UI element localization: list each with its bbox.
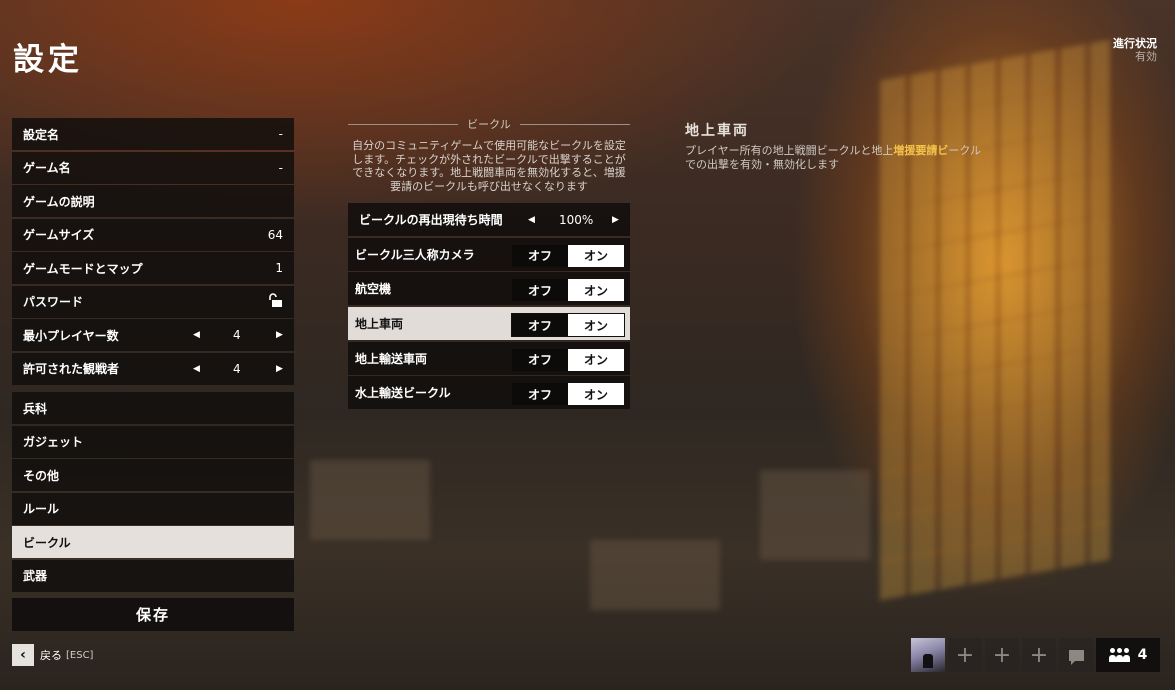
party-count: 4 — [1137, 647, 1148, 663]
back-label: 戻る — [40, 649, 62, 662]
toggle-off[interactable]: オフ — [512, 244, 568, 267]
section-description: 自分のコミュニティゲームで使用可能なビークルを設定します。チェックが外されたビー… — [352, 139, 626, 193]
aircraft-row[interactable]: 航空機 オフ オン — [348, 272, 630, 306]
water-transport-row[interactable]: 水上輸送ビークル オフ オン — [348, 376, 630, 410]
option-label: 地上輸送車両 — [355, 351, 428, 366]
decrease-arrow-icon[interactable]: ◀ — [193, 330, 200, 340]
game-name-row[interactable]: ゲーム名 - — [12, 151, 294, 184]
back-button[interactable]: ‹ 戻る [ESC] — [12, 644, 93, 666]
background-crate — [310, 460, 430, 540]
ground-transport-row[interactable]: 地上輸送車両 オフ オン — [348, 341, 630, 375]
spectators-label: 許可された観戦者 — [23, 362, 120, 376]
option-label: 航空機 — [355, 282, 392, 297]
toggle-on[interactable]: オン — [568, 348, 624, 371]
min-players-value: 4 — [233, 328, 241, 342]
on-off-toggle[interactable]: オフ オン — [511, 348, 625, 372]
game-description-label: ゲームの説明 — [23, 194, 95, 209]
category-gadgets[interactable]: ガジェット — [12, 425, 294, 458]
increase-arrow-icon[interactable]: ▶ — [276, 330, 283, 340]
game-description-row[interactable]: ゲームの説明 — [12, 185, 294, 217]
unlock-icon — [269, 292, 283, 311]
progress-label: 進行状況 — [1113, 37, 1157, 50]
avatar[interactable] — [911, 638, 945, 672]
on-off-toggle[interactable]: オフ オン — [511, 313, 625, 338]
increase-arrow-icon[interactable]: ▶ — [612, 215, 619, 225]
game-name-label: ゲーム名 — [23, 161, 71, 175]
spectators-value: 4 — [233, 361, 241, 376]
info-panel: 地上車両 プレイヤー所有の地上戦闘ビークルと地上増援要請ビークルでの出撃を有効・… — [685, 120, 985, 172]
respawn-time-value: 100% — [559, 212, 594, 227]
game-mode-map-label: ゲームモードとマップ — [23, 261, 143, 276]
info-highlight: 増援要請ビ — [893, 144, 949, 157]
category-vehicles[interactable]: ビークル — [12, 526, 294, 558]
password-label: パスワード — [23, 295, 84, 309]
toggle-off[interactable]: オフ — [512, 279, 568, 302]
increase-arrow-icon[interactable]: ▶ — [276, 364, 283, 374]
save-button[interactable]: 保存 — [12, 597, 294, 631]
category-rules[interactable]: ルール — [12, 492, 294, 525]
game-mode-map-value: 1 — [275, 261, 283, 275]
on-off-toggle[interactable]: オフ オン — [511, 278, 625, 302]
vehicle-third-person-row[interactable]: ビークル三人称カメラ オフ オン — [348, 237, 630, 271]
settings-name-label: 設定名 — [23, 127, 60, 142]
toggle-on[interactable]: オン — [568, 279, 624, 302]
info-description: プレイヤー所有の地上戦闘ビークルと地上増援要請ビークルでの出撃を有効・無効化しま… — [685, 144, 985, 172]
game-size-label: ゲームサイズ — [23, 228, 95, 242]
page-title: 設定 — [13, 42, 83, 78]
party-icon — [1108, 648, 1130, 662]
game-size-value: 64 — [267, 227, 283, 242]
info-text: プレイヤー所有の地上戦闘ビークルと地上 — [685, 144, 894, 157]
min-players-row[interactable]: 最小プレイヤー数 ◀ 4 ▶ — [12, 319, 294, 351]
section-header: ビークル — [348, 116, 631, 132]
toggle-on[interactable]: オン — [568, 314, 624, 337]
game-mode-map-row[interactable]: ゲームモードとマップ 1 — [12, 252, 294, 284]
on-off-toggle[interactable]: オフ オン — [511, 244, 625, 268]
option-label: 水上輸送ビークル — [355, 386, 451, 401]
ground-vehicles-row[interactable]: 地上車両 オフ オン — [348, 307, 630, 341]
toggle-off[interactable]: オフ — [512, 348, 568, 371]
plus-icon[interactable]: + — [1022, 638, 1056, 672]
progress-status: 進行状況 有効 — [1113, 37, 1157, 63]
decrease-arrow-icon[interactable]: ◀ — [193, 364, 200, 374]
info-title: 地上車両 — [685, 123, 749, 139]
settings-name-row[interactable]: 設定名 - — [12, 118, 294, 150]
respawn-time-row[interactable]: ビークルの再出現待ち時間 ◀ 100% ▶ — [348, 203, 630, 236]
section-title: ビークル — [467, 118, 511, 131]
chevron-left-icon: ‹ — [12, 644, 34, 666]
toggle-off[interactable]: オフ — [512, 383, 568, 406]
category-other[interactable]: その他 — [12, 459, 294, 491]
plus-icon[interactable]: + — [985, 638, 1019, 672]
option-label: ビークル三人称カメラ — [355, 247, 475, 262]
progress-value: 有効 — [1135, 50, 1157, 63]
settings-menu: 設定名 - ゲーム名 - ゲームの説明 ゲームサイズ 64 ゲームモードとマップ… — [12, 118, 294, 631]
background-crate — [760, 470, 870, 560]
plus-icon[interactable]: + — [948, 638, 982, 672]
vehicle-settings-panel: ビークル 自分のコミュニティゲームで使用可能なビークルを設定します。チェックが外… — [348, 116, 631, 411]
option-label: 地上車両 — [355, 317, 404, 332]
password-row[interactable]: パスワード — [12, 285, 294, 318]
game-size-row[interactable]: ゲームサイズ 64 — [12, 218, 294, 251]
on-off-toggle[interactable]: オフ オン — [511, 382, 625, 406]
toggle-on[interactable]: オン — [568, 383, 624, 406]
background-crate — [590, 540, 720, 610]
squad-bar: + + + 4 — [911, 638, 1160, 672]
category-weapons[interactable]: 武器 — [12, 559, 294, 592]
game-name-value: - — [278, 160, 283, 175]
toggle-off[interactable]: オフ — [512, 314, 568, 337]
settings-name-value: - — [278, 127, 283, 141]
respawn-time-label: ビークルの再出現待ち時間 — [359, 213, 503, 227]
toggle-on[interactable]: オン — [568, 244, 624, 267]
category-kits[interactable]: 兵科 — [12, 392, 294, 424]
back-key-hint: [ESC] — [66, 649, 94, 661]
decrease-arrow-icon[interactable]: ◀ — [528, 215, 535, 225]
chat-icon[interactable] — [1059, 638, 1093, 672]
party-button[interactable]: 4 — [1096, 638, 1160, 672]
spectators-row[interactable]: 許可された観戦者 ◀ 4 ▶ — [12, 352, 294, 385]
min-players-label: 最小プレイヤー数 — [23, 328, 119, 343]
